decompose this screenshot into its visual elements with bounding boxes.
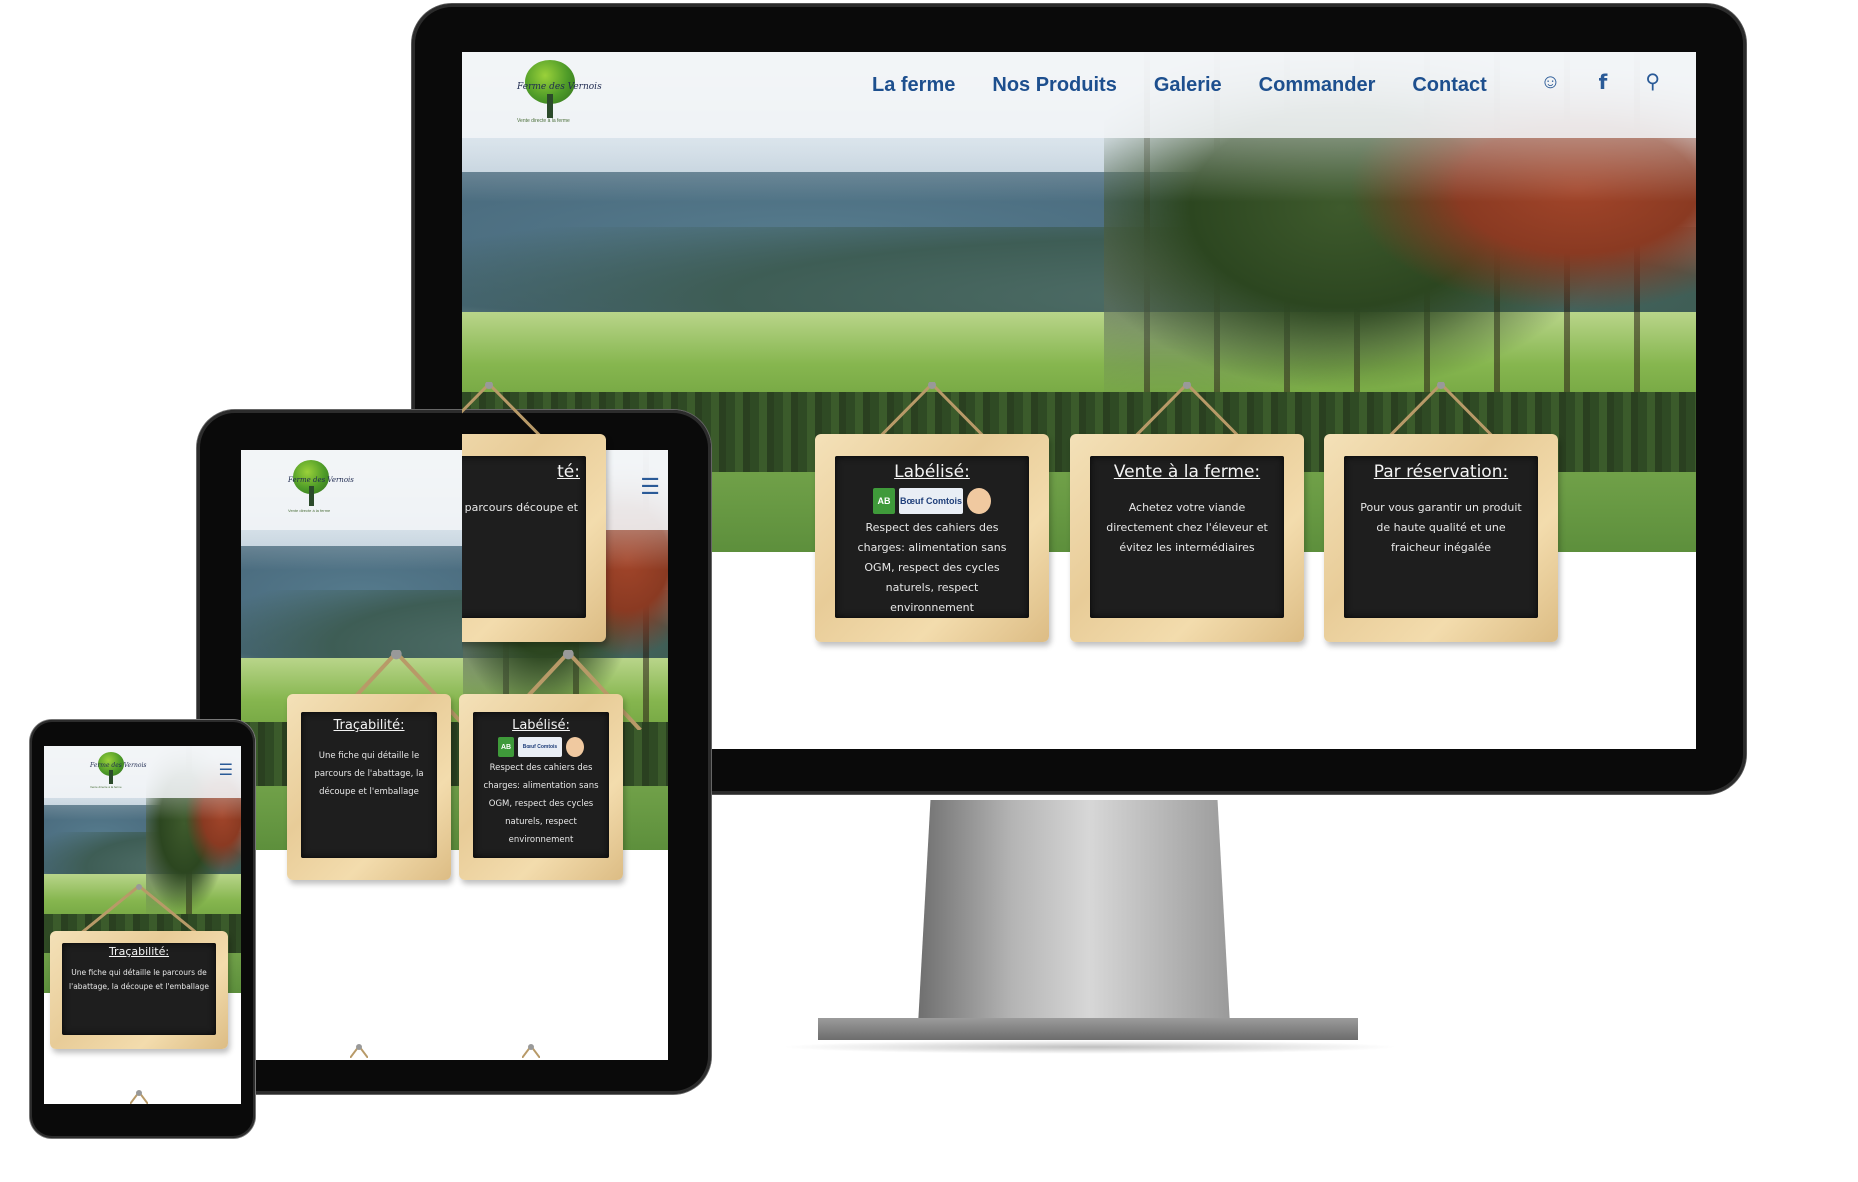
next-board-hook [130,1090,148,1104]
user-icon[interactable]: ☺ [1540,70,1560,94]
board-title: Traçabilité: [333,718,405,733]
board-text: Respect des cahiers des charges: aliment… [483,763,599,845]
ab-label-icon: AB [498,737,514,757]
board-title: Vente à la ferme: [1113,462,1261,482]
main-navigation: La ferme Nos Produits Galerie Commander … [872,74,1487,97]
board-labelise: Labélisé: AB Bœuf Comtois Respect des ca… [459,650,642,880]
tablet-mockup: Ferme des Vernois Vente directe à la fer… [197,410,711,1094]
board-reservation: Par réservation: Pour vous garantir un p… [1324,382,1558,642]
logo-slogan: Vente directe à la ferme [288,508,331,513]
round-label-icon [967,488,991,514]
board-tracabilite-partial: té: le parcours découpe et [462,382,606,642]
monitor-stand-base [818,1018,1358,1040]
board-title: Par réservation: [1373,462,1509,482]
label-badges: AB Bœuf Comtois [835,488,1029,514]
label-badges: AB Bœuf Comtois [473,737,609,757]
board-tracabilite: Traçabilité: Une fiche qui détaille le p… [50,884,228,1049]
round-label-icon [566,737,584,757]
board-text: Une fiche qui détaille le parcours de l'… [314,751,424,797]
next-board-hook [350,1044,368,1058]
site-logo[interactable]: Ferme des Vernois Vente directe à la fer… [484,60,602,130]
board-title: Labélisé: [512,718,570,733]
next-board-hook [522,1044,540,1058]
board-text: Pour vous garantir un produit de haute q… [1360,501,1522,554]
site-logo[interactable]: Ferme des Vernois Vente directe à la fer… [72,752,146,792]
search-icon[interactable]: ⚲ [1645,70,1660,94]
nav-contact[interactable]: Contact [1412,74,1486,97]
header-icons: ☺ f ⚲ [1540,70,1660,94]
board-text: Achetez votre viande directement chez l'… [1106,501,1268,554]
board-tracabilite: Traçabilité: Une fiche qui détaille le p… [287,650,470,880]
site-logo[interactable]: Ferme des Vernois Vente directe à la fer… [265,460,354,520]
facebook-icon[interactable]: f [1599,70,1608,94]
logo-slogan: Vente directe à la ferme [90,785,122,789]
board-vente-ferme: Vente à la ferme: Achetez votre viande d… [1070,382,1304,642]
logo-name: Ferme des Vernois [288,476,354,484]
hamburger-menu-icon[interactable]: ☰ [219,760,233,780]
board-title: Traçabilité: [108,945,170,958]
site-header: Ferme des Vernois Vente directe à la fer… [462,52,1696,138]
logo-slogan: Vente directe à la ferme [517,118,570,124]
nav-nos-produits[interactable]: Nos Produits [992,74,1116,97]
board-text: Une fiche qui détaille le parcours de l'… [69,968,209,991]
nav-galerie[interactable]: Galerie [1154,74,1222,97]
site-header: Ferme des Vernois Vente directe à la fer… [44,746,241,798]
board-title: té: [557,462,580,482]
board-text: Respect des cahiers des charges: aliment… [857,521,1007,614]
logo-name: Ferme des Vernois [90,762,147,769]
monitor-stand [918,800,1230,1025]
phone-screen: Ferme des Vernois Vente directe à la fer… [44,746,241,1104]
nav-commander[interactable]: Commander [1259,74,1376,97]
ab-label-icon: AB [873,488,895,514]
boeuf-comtois-label-icon: Bœuf Comtois [518,737,562,757]
hamburger-menu-icon[interactable]: ☰ [640,474,660,500]
board-title: Labélisé: [894,462,970,482]
stand-shadow [780,1040,1400,1054]
boeuf-comtois-label-icon: Bœuf Comtois [899,488,963,514]
board-text: le parcours découpe et [462,501,578,514]
board-labelise: Labélisé: AB Bœuf Comtois Respect des ca… [815,382,1049,642]
nav-la-ferme[interactable]: La ferme [872,74,955,97]
logo-name: Ferme des Vernois [517,82,602,92]
phone-mockup: Ferme des Vernois Vente directe à la fer… [30,720,255,1138]
